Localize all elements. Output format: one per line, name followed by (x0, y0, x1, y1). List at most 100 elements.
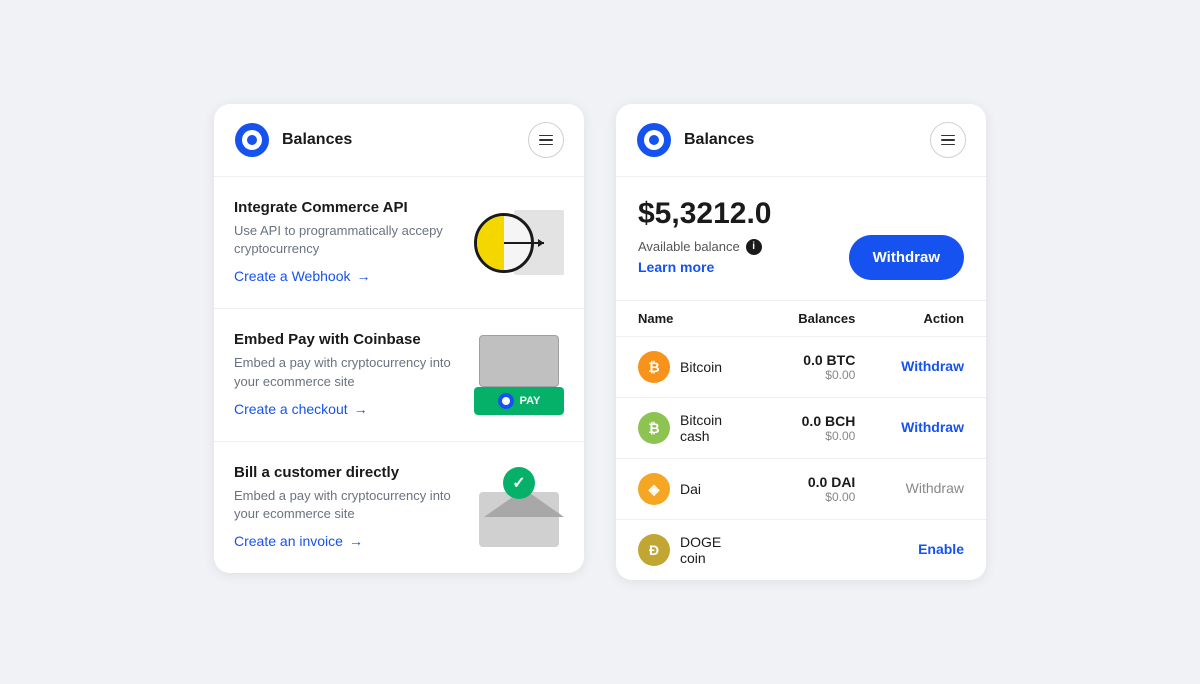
balance-row: Available balance i Learn more Withdraw (638, 235, 964, 280)
invoice-text: Bill a customer directly Embed a pay wit… (234, 464, 462, 551)
table-row: ₿ Bitcoin 0.0 BTC $0.00 Withdraw (616, 337, 986, 398)
balance-crypto-bch: 0.0 BCH (747, 413, 856, 429)
api-section: Integrate Commerce API Use API to progra… (214, 177, 584, 309)
withdraw-button-main[interactable]: Withdraw (849, 235, 964, 280)
balance-label-row: Available balance i (638, 239, 849, 255)
action-cell-dai: Withdraw (855, 480, 964, 498)
learn-more-link[interactable]: Learn more (638, 259, 714, 275)
pay-logo-inner (502, 397, 510, 405)
check-icon: ✓ (512, 473, 525, 493)
coin-cell-dai: ◈ Dai (638, 473, 747, 505)
right-header-left: Balances (636, 122, 754, 158)
action-cell-btc: Withdraw (855, 358, 964, 376)
coin-name-doge: DOGE coin (680, 534, 747, 566)
right-menu-line-2 (941, 139, 955, 141)
table-row: ◈ Dai 0.0 DAI $0.00 Withdraw (616, 459, 986, 520)
table-header-balances: Balances (747, 311, 856, 326)
create-checkout-link[interactable]: Create a checkout → (234, 401, 368, 417)
invoice-illustration: ✓ (474, 467, 564, 547)
pay-title: Embed Pay with Coinbase (234, 331, 462, 348)
right-menu-line-3 (941, 144, 955, 146)
create-webhook-arrow: → (356, 268, 370, 284)
balance-crypto-dai: 0.0 DAI (747, 474, 856, 490)
left-card-title: Balances (282, 131, 352, 149)
coin-name-btc: Bitcoin (680, 359, 722, 375)
crypto-table: ₿ Bitcoin 0.0 BTC $0.00 Withdraw ₿ Bitco… (616, 337, 986, 580)
pay-browser-rect (479, 335, 559, 387)
left-header-left: Balances (234, 122, 352, 158)
create-invoice-label: Create an invoice (234, 533, 343, 549)
left-card: Balances Integrate Commerce API Use API … (214, 104, 584, 573)
menu-line-1 (539, 135, 553, 137)
table-row: Ð DOGE coin Enable (616, 520, 986, 580)
pay-illustration: PAY (474, 335, 564, 415)
right-card: Balances $5,3212.0 Available balance i L… (616, 104, 986, 580)
balance-usd-btc: $0.00 (747, 368, 856, 382)
right-card-title: Balances (684, 131, 754, 149)
coin-name-dai: Dai (680, 481, 701, 497)
coin-cell-doge: Ð DOGE coin (638, 534, 747, 566)
left-card-header: Balances (214, 104, 584, 177)
coinbase-logo-left (234, 122, 270, 158)
api-illustration (474, 205, 564, 280)
api-text: Integrate Commerce API Use API to progra… (234, 199, 462, 286)
coin-name-bch: Bitcoin cash (680, 412, 747, 444)
action-bch[interactable]: Withdraw (901, 419, 964, 435)
coinbase-logo-right (636, 122, 672, 158)
info-icon[interactable]: i (746, 239, 762, 255)
action-dai: Withdraw (906, 480, 964, 496)
table-header: Name Balances Action (616, 301, 986, 337)
pay-desc: Embed a pay with cryptocurrency into you… (234, 354, 462, 390)
right-menu-line-1 (941, 135, 955, 137)
create-invoice-link[interactable]: Create an invoice → (234, 533, 363, 549)
create-webhook-label: Create a Webhook (234, 268, 350, 284)
balance-label: Available balance (638, 239, 740, 254)
api-title: Integrate Commerce API (234, 199, 462, 216)
api-desc: Use API to programmatically accepy crypt… (234, 222, 462, 258)
api-circle-container (474, 213, 534, 273)
balance-left: Available balance i Learn more (638, 239, 849, 277)
coin-icon-btc: ₿ (638, 351, 670, 383)
balance-amount: $5,3212.0 (638, 197, 964, 231)
envelope (479, 492, 559, 547)
table-header-name: Name (638, 311, 747, 326)
action-cell-doge: Enable (855, 541, 964, 559)
pay-logo-small (498, 393, 514, 409)
coin-cell-bch: ₿ Bitcoin cash (638, 412, 747, 444)
pay-text: Embed Pay with Coinbase Embed a pay with… (234, 331, 462, 418)
invoice-title: Bill a customer directly (234, 464, 462, 481)
coin-cell-btc: ₿ Bitcoin (638, 351, 747, 383)
balance-cell-dai: 0.0 DAI $0.00 (747, 474, 856, 504)
create-checkout-label: Create a checkout (234, 401, 348, 417)
action-doge[interactable]: Enable (918, 541, 964, 557)
api-arrow-line (504, 242, 544, 244)
table-row: ₿ Bitcoin cash 0.0 BCH $0.00 Withdraw (616, 398, 986, 459)
pay-section: Embed Pay with Coinbase Embed a pay with… (214, 309, 584, 441)
pay-label: PAY (520, 395, 541, 407)
right-menu-button[interactable] (930, 122, 966, 158)
balance-section: $5,3212.0 Available balance i Learn more… (616, 177, 986, 301)
balance-cell-btc: 0.0 BTC $0.00 (747, 352, 856, 382)
check-circle: ✓ (503, 467, 535, 499)
api-arrow-head (538, 239, 544, 247)
menu-line-3 (539, 144, 553, 146)
table-header-action: Action (855, 311, 964, 326)
coin-icon-bch: ₿ (638, 412, 670, 444)
menu-line-2 (539, 139, 553, 141)
api-circle-half (477, 216, 504, 270)
left-menu-button[interactable] (528, 122, 564, 158)
create-webhook-link[interactable]: Create a Webhook → (234, 268, 370, 284)
pay-button-bar: PAY (474, 387, 564, 415)
action-btc[interactable]: Withdraw (901, 358, 964, 374)
action-cell-bch: Withdraw (855, 419, 964, 437)
coin-icon-doge: Ð (638, 534, 670, 566)
invoice-section: Bill a customer directly Embed a pay wit… (214, 442, 584, 573)
balance-cell-bch: 0.0 BCH $0.00 (747, 413, 856, 443)
create-checkout-arrow: → (354, 401, 368, 417)
balance-crypto-btc: 0.0 BTC (747, 352, 856, 368)
create-invoice-arrow: → (349, 533, 363, 549)
invoice-desc: Embed a pay with cryptocurrency into you… (234, 487, 462, 523)
balance-usd-bch: $0.00 (747, 429, 856, 443)
balance-usd-dai: $0.00 (747, 490, 856, 504)
right-card-header: Balances (616, 104, 986, 177)
